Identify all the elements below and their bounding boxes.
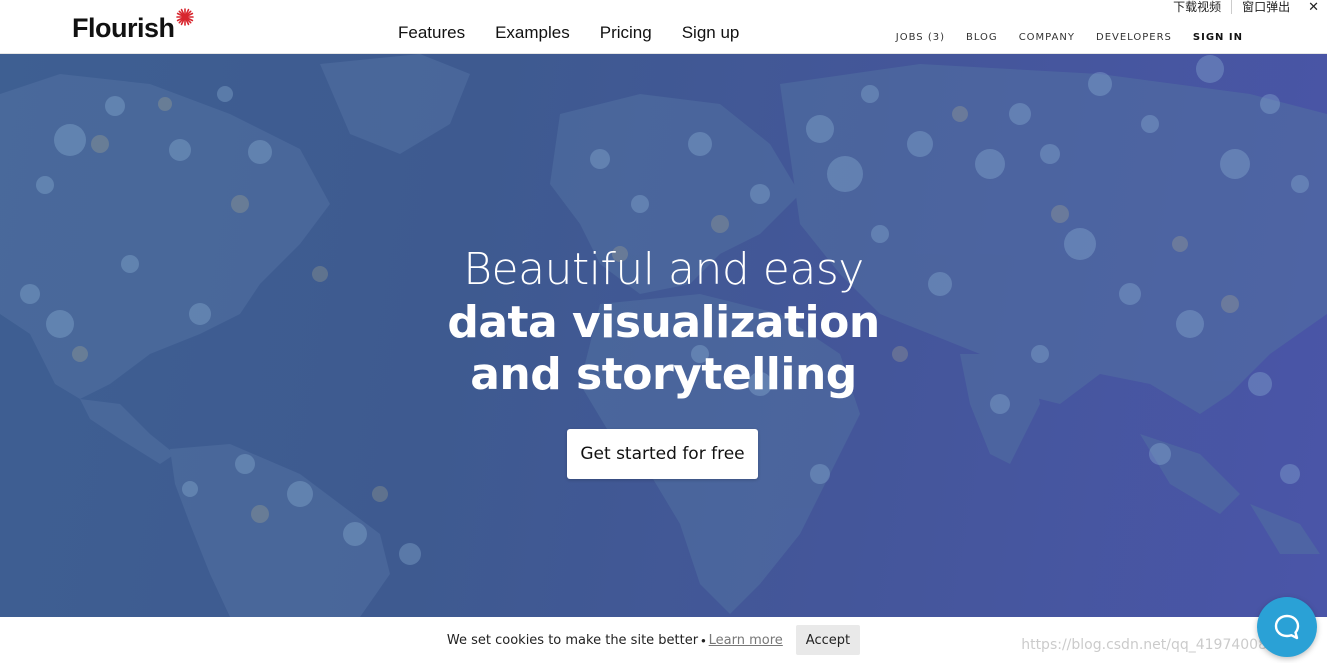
nav-examples[interactable]: Examples [495,23,570,43]
learn-more-link[interactable]: Learn more [709,633,783,648]
utility-nav: JOBS (3) BLOG COMPANY DEVELOPERS SIGN IN [896,32,1243,43]
window-popup-button[interactable]: 窗口弹出 [1231,0,1300,14]
site-header: Flourish Features Examples Pricing Sign … [0,0,1327,54]
cookie-separator: • [701,632,706,648]
nav-signin[interactable]: SIGN IN [1193,32,1243,43]
main-nav: Features Examples Pricing Sign up [398,23,739,43]
nav-developers[interactable]: DEVELOPERS [1096,32,1172,43]
hero-heading-line1: Beautiful and easy [463,244,864,295]
accept-cookies-button[interactable]: Accept [795,625,861,655]
nav-pricing[interactable]: Pricing [600,23,652,43]
nav-jobs[interactable]: JOBS (3) [896,32,945,43]
hero-heading-line2: data visualization [447,297,880,348]
nav-blog[interactable]: BLOG [966,32,998,43]
nav-signup[interactable]: Sign up [682,23,740,43]
cookie-message: We set cookies to make the site better [446,632,699,648]
logo-starburst-icon [175,8,194,26]
video-overlay-toolbar: 下载视频 窗口弹出 ✕ [1163,0,1327,15]
nav-features[interactable]: Features [398,23,465,43]
get-started-button[interactable]: Get started for free [567,429,758,479]
flourish-logo[interactable]: Flourish [72,8,194,44]
help-chat-button[interactable] [1257,597,1317,657]
csdn-watermark: https://blog.csdn.net/qq_41974008 [1021,637,1267,653]
hero-heading-line3: and storytelling [470,349,857,400]
download-video-button[interactable]: 下载视频 [1163,0,1231,14]
overlay-close-icon[interactable]: ✕ [1300,0,1327,15]
chat-bubble-icon [1274,614,1300,640]
hero-section: Beautiful and easy data visualization an… [0,54,1327,617]
logo-text: Flourish [72,13,175,43]
nav-company[interactable]: COMPANY [1019,32,1075,43]
